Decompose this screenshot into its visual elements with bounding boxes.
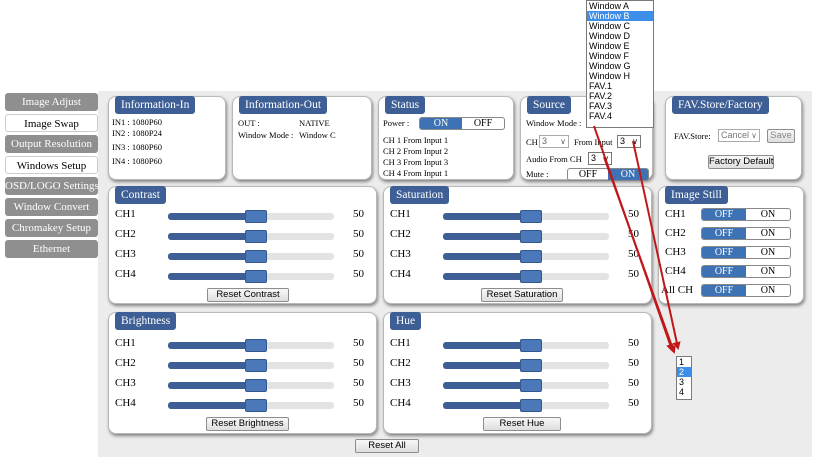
arrow-line [632, 140, 681, 350]
arrow-line [603, 156, 676, 354]
annotation-arrows [593, 125, 681, 354]
